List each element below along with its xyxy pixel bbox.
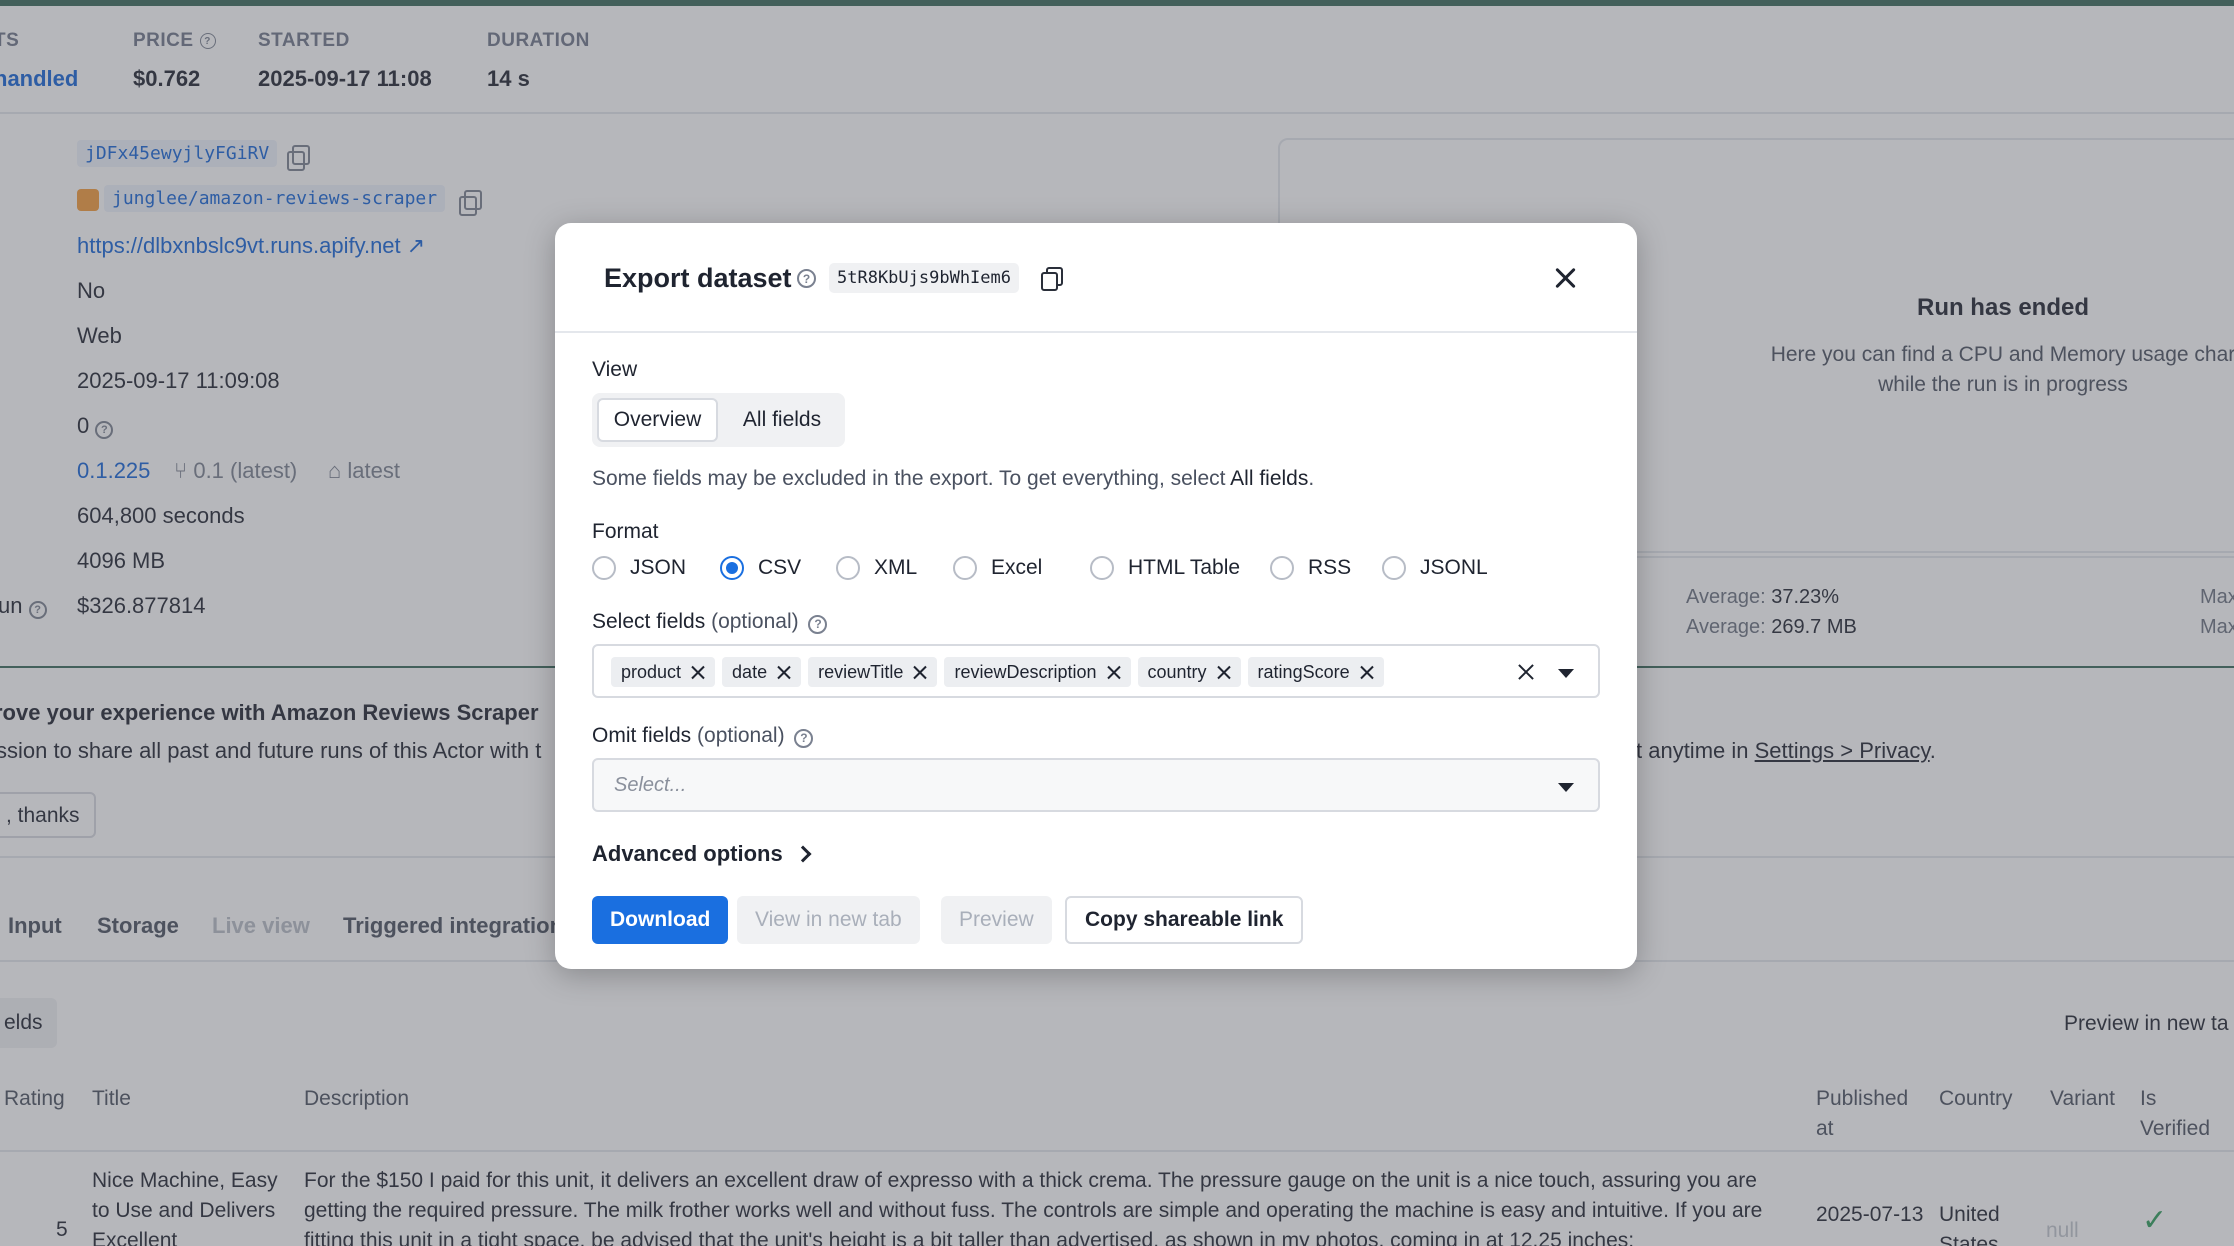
view-option-overview[interactable]: Overview: [597, 398, 718, 442]
view-note-bold: All fields: [1230, 467, 1308, 490]
field-chip: date: [722, 657, 801, 687]
radio-circle[interactable]: [953, 556, 977, 580]
view-label: View: [592, 358, 637, 382]
select-fields-input[interactable]: product date reviewTitle reviewDescripti…: [592, 644, 1600, 698]
remove-chip-icon[interactable]: [777, 665, 791, 679]
remove-chip-icon[interactable]: [691, 665, 705, 679]
radio-label: JSON: [630, 556, 686, 580]
field-chip: country: [1138, 657, 1241, 687]
remove-chip-icon[interactable]: [1217, 665, 1231, 679]
view-note: Some fields may be excluded in the expor…: [592, 467, 1314, 491]
format-radio-excel[interactable]: Excel: [953, 556, 1042, 580]
help-icon[interactable]: ?: [797, 269, 816, 288]
optional-text: (optional): [711, 610, 799, 633]
chip-label: ratingScore: [1258, 662, 1350, 683]
format-radio-json[interactable]: JSON: [592, 556, 686, 580]
clear-all-icon[interactable]: [1517, 663, 1535, 681]
omit-fields-label-text: Omit fields: [592, 724, 691, 747]
view-note-text: Some fields may be excluded in the expor…: [592, 467, 1225, 490]
chip-label: country: [1148, 662, 1207, 683]
radio-label: CSV: [758, 556, 801, 580]
radio-circle[interactable]: [592, 556, 616, 580]
help-icon[interactable]: ?: [808, 615, 827, 634]
dialog-title: Export dataset: [604, 263, 792, 294]
radio-circle-selected[interactable]: [720, 556, 744, 580]
radio-circle[interactable]: [1270, 556, 1294, 580]
view-note-suffix: .: [1308, 467, 1314, 490]
advanced-options-toggle[interactable]: Advanced options: [592, 841, 809, 867]
field-chip: reviewTitle: [808, 657, 937, 687]
chip-label: reviewTitle: [818, 662, 903, 683]
chip-label: product: [621, 662, 681, 683]
remove-chip-icon[interactable]: [1107, 665, 1121, 679]
radio-label: XML: [874, 556, 917, 580]
download-button[interactable]: Download: [592, 896, 728, 944]
format-radio-xml[interactable]: XML: [836, 556, 917, 580]
field-chip: ratingScore: [1248, 657, 1384, 687]
dataset-id-chip[interactable]: 5tR8KbUjs9bWhIem6: [829, 263, 1019, 293]
radio-circle[interactable]: [1382, 556, 1406, 580]
field-chip: reviewDescription: [944, 657, 1130, 687]
omit-placeholder: Select...: [614, 774, 686, 797]
radio-label: Excel: [991, 556, 1042, 580]
radio-label: JSONL: [1420, 556, 1488, 580]
close-icon[interactable]: [1551, 263, 1581, 293]
dialog-header: Export dataset ? 5tR8KbUjs9bWhIem6: [555, 223, 1637, 333]
radio-circle[interactable]: [836, 556, 860, 580]
view-segmented-control: Overview All fields: [592, 393, 845, 447]
copy-shareable-link-button[interactable]: Copy shareable link: [1065, 896, 1303, 944]
omit-fields-input[interactable]: Select...: [592, 758, 1600, 812]
format-label: Format: [592, 520, 659, 544]
selected-field-chips: product date reviewTitle reviewDescripti…: [611, 657, 1384, 687]
chip-label: date: [732, 662, 767, 683]
optional-text: (optional): [697, 724, 785, 747]
help-icon[interactable]: ?: [794, 729, 813, 748]
format-radio-rss[interactable]: RSS: [1270, 556, 1351, 580]
select-fields-label: Select fields (optional) ?: [592, 610, 827, 634]
remove-chip-icon[interactable]: [1360, 665, 1374, 679]
chip-label: reviewDescription: [954, 662, 1096, 683]
radio-circle[interactable]: [1090, 556, 1114, 580]
format-radio-csv[interactable]: CSV: [720, 556, 801, 580]
format-radio-html-table[interactable]: HTML Table: [1090, 556, 1240, 580]
view-option-all-fields[interactable]: All fields: [724, 398, 840, 442]
radio-label: RSS: [1308, 556, 1351, 580]
copy-icon[interactable]: [1041, 267, 1063, 291]
view-in-new-tab-button[interactable]: View in new tab: [737, 896, 920, 944]
chevron-down-icon[interactable]: [1558, 669, 1574, 678]
export-dataset-dialog: Export dataset ? 5tR8KbUjs9bWhIem6 View …: [555, 223, 1637, 969]
format-radio-jsonl[interactable]: JSONL: [1382, 556, 1488, 580]
field-chip: product: [611, 657, 715, 687]
radio-label: HTML Table: [1128, 556, 1240, 580]
select-fields-label-text: Select fields: [592, 610, 705, 633]
chevron-down-icon[interactable]: [1558, 783, 1574, 792]
advanced-options-label: Advanced options: [592, 841, 783, 867]
chevron-right-icon: [794, 846, 811, 863]
preview-button[interactable]: Preview: [941, 896, 1052, 944]
omit-fields-label: Omit fields (optional) ?: [592, 724, 813, 748]
remove-chip-icon[interactable]: [913, 665, 927, 679]
